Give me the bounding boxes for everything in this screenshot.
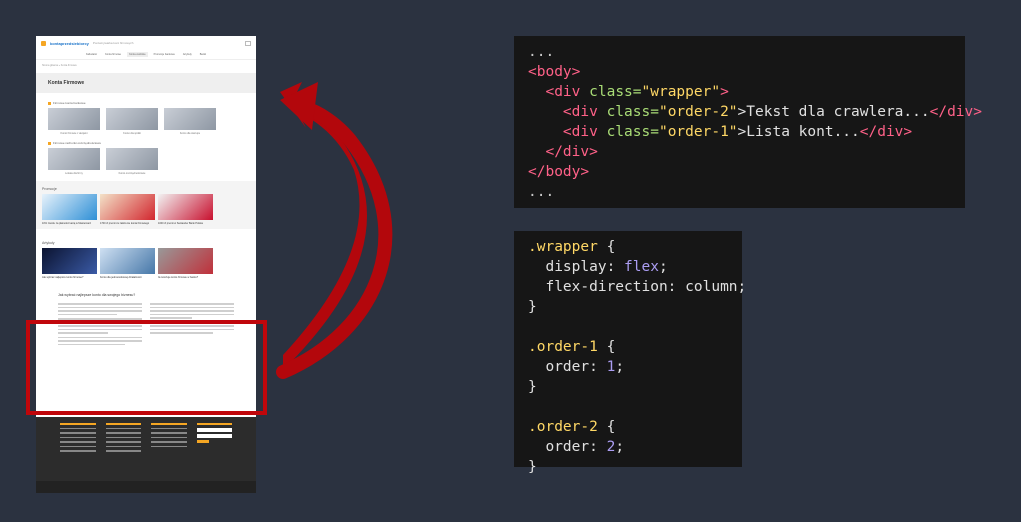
nav-item: Artykuły: [182, 53, 192, 56]
code-ellipsis: ...: [528, 44, 555, 60]
section-title: Firmowe konta bankowe: [53, 101, 86, 105]
css-property: flex-direction:: [545, 279, 677, 295]
article-tile: Konto dla jednoosobowej działalności: [100, 248, 155, 279]
nav-item: Banki: [199, 53, 207, 56]
card-caption: Konto firmowe z akcjami: [60, 132, 88, 135]
article-text: Jak wybrać najlepsze konto firmowe?: [42, 276, 84, 279]
css-selector: .order-2: [528, 419, 598, 435]
css-value: flex: [624, 259, 659, 275]
promo-image: [100, 194, 155, 220]
code-class-attr: class=: [589, 84, 642, 100]
code-bracket: >: [720, 84, 729, 100]
code-class-value: "wrapper": [641, 84, 721, 100]
nav-item: Kalkulator: [85, 53, 98, 56]
code-ellipsis: ...: [528, 184, 555, 200]
code-class-attr: class=: [606, 104, 659, 120]
css-property: order:: [545, 359, 598, 375]
promo-image: [158, 194, 213, 220]
card-image: [164, 108, 216, 130]
bullet-icon: [48, 101, 51, 105]
account-card: Konto dla startupu: [164, 108, 216, 135]
article-text: Konto dla jednoosobowej działalności: [100, 276, 142, 279]
code-div-tag: <div: [545, 84, 581, 100]
css-selector: .order-1: [528, 339, 598, 355]
code-class-value: "order-2": [658, 104, 738, 120]
site-header: kontaprzedsiebiorcy Porównywarka kont fi…: [36, 36, 256, 50]
promo-tile: 10% zwrotu za płatności kartą w Masterca…: [42, 194, 97, 225]
css-code-panel: .wrapper { display: flex; flex-direction…: [514, 231, 746, 475]
code-div-close: </div>: [929, 104, 982, 120]
account-card: Konto oszczędnościowe: [106, 148, 158, 175]
breadcrumb: Strona główna » Konta firmowe: [42, 64, 77, 67]
account-card: Konto firmowe z akcjami: [48, 108, 100, 135]
section-business-accounts: Firmowe konta bankowe Konto firmowe z ak…: [36, 93, 256, 175]
section-title: Firmowe rachunki oszczędnościowe: [53, 141, 102, 145]
bullet-icon: [48, 141, 51, 145]
code-div-tag: <div: [562, 104, 598, 120]
nav-item: Konta osobiste: [127, 52, 148, 57]
promo-tile: 1000 zł premii w Santander Bank Polska: [158, 194, 213, 225]
site-logo: kontaprzedsiebiorcy: [50, 40, 89, 46]
promo-text: 1000 zł premii w Santander Bank Polska: [158, 222, 203, 225]
code-text: >Lista kont...: [737, 124, 860, 140]
css-selector: .wrapper: [528, 239, 598, 255]
article-tile: Ile kosztuje konto firmowe w banku?: [158, 248, 213, 279]
html-code-panel: ... <body> <div class="wrapper"> <div cla…: [514, 36, 982, 208]
articles-section: Artykuły Jak wybrać najlepsze konto firm…: [36, 235, 256, 283]
card-caption: Konto dla spółki: [123, 132, 141, 135]
css-brace: {: [606, 339, 616, 355]
account-card: Konto dla spółki: [106, 108, 158, 135]
css-value: column;: [685, 279, 747, 295]
seo-heading: Jak wybrać najlepsze konto dla swojego b…: [58, 293, 136, 297]
css-brace: {: [606, 419, 616, 435]
css-brace: }: [528, 299, 537, 315]
code-class-attr: class=: [606, 124, 659, 140]
article-image: [42, 248, 97, 274]
css-property: display:: [545, 259, 616, 275]
code-wrapper-close: </div>: [545, 144, 598, 160]
card-image: [106, 108, 158, 130]
card-caption: Lokata dla firmy: [65, 172, 83, 175]
css-brace: {: [606, 239, 616, 255]
css-property: order:: [545, 439, 598, 455]
code-body-close: </body>: [528, 164, 590, 180]
nav-item: Konta firmowe: [105, 53, 122, 56]
seo-text-highlight-box: [26, 320, 267, 415]
code-div-tag: <div: [562, 124, 598, 140]
section-title: Artykuły: [42, 241, 55, 245]
card-image: [48, 148, 100, 170]
promo-image: [42, 194, 97, 220]
card-caption: Konto dla startupu: [179, 132, 201, 135]
page-title-band: Konta Firmowe: [36, 73, 256, 93]
css-brace: }: [528, 459, 537, 475]
article-image: [100, 248, 155, 274]
article-image: [158, 248, 213, 274]
card-caption: Konto oszczędnościowe: [118, 172, 146, 175]
menu-icon: [245, 40, 251, 46]
logo-icon: [41, 40, 46, 46]
css-brace: }: [528, 379, 537, 395]
account-card: Lokata dla firmy: [48, 148, 100, 175]
nav-item: Promocje bankowe: [153, 53, 175, 56]
site-nav: Kalkulator Konta firmowe Konta osobiste …: [36, 50, 256, 60]
website-screenshot: kontaprzedsiebiorcy Porównywarka kont fi…: [36, 36, 256, 493]
section-title: Promocje: [42, 187, 57, 191]
article-text: Ile kosztuje konto firmowe w banku?: [158, 276, 199, 279]
site-tagline: Porównywarka kont firmowych: [92, 41, 134, 45]
card-image: [106, 148, 158, 170]
promo-tile: 1700 zł premii za założenie konta firmow…: [100, 194, 155, 225]
page-title: Konta Firmowe: [48, 80, 85, 86]
code-body-open: <body>: [528, 64, 581, 80]
promo-text: 10% zwrotu za płatności kartą w Masterca…: [42, 222, 91, 225]
promo-section: Promocje 10% zwrotu za płatności kartą w…: [36, 181, 256, 229]
card-image: [48, 108, 100, 130]
code-class-value: "order-1": [658, 124, 738, 140]
article-tile: Jak wybrać najlepsze konto firmowe?: [42, 248, 97, 279]
promo-text: 1700 zł premii za założenie konta firmow…: [100, 222, 150, 225]
code-text: >Tekst dla crawlera...: [737, 104, 930, 120]
code-div-close: </div>: [859, 124, 913, 140]
site-footer: [36, 417, 256, 493]
